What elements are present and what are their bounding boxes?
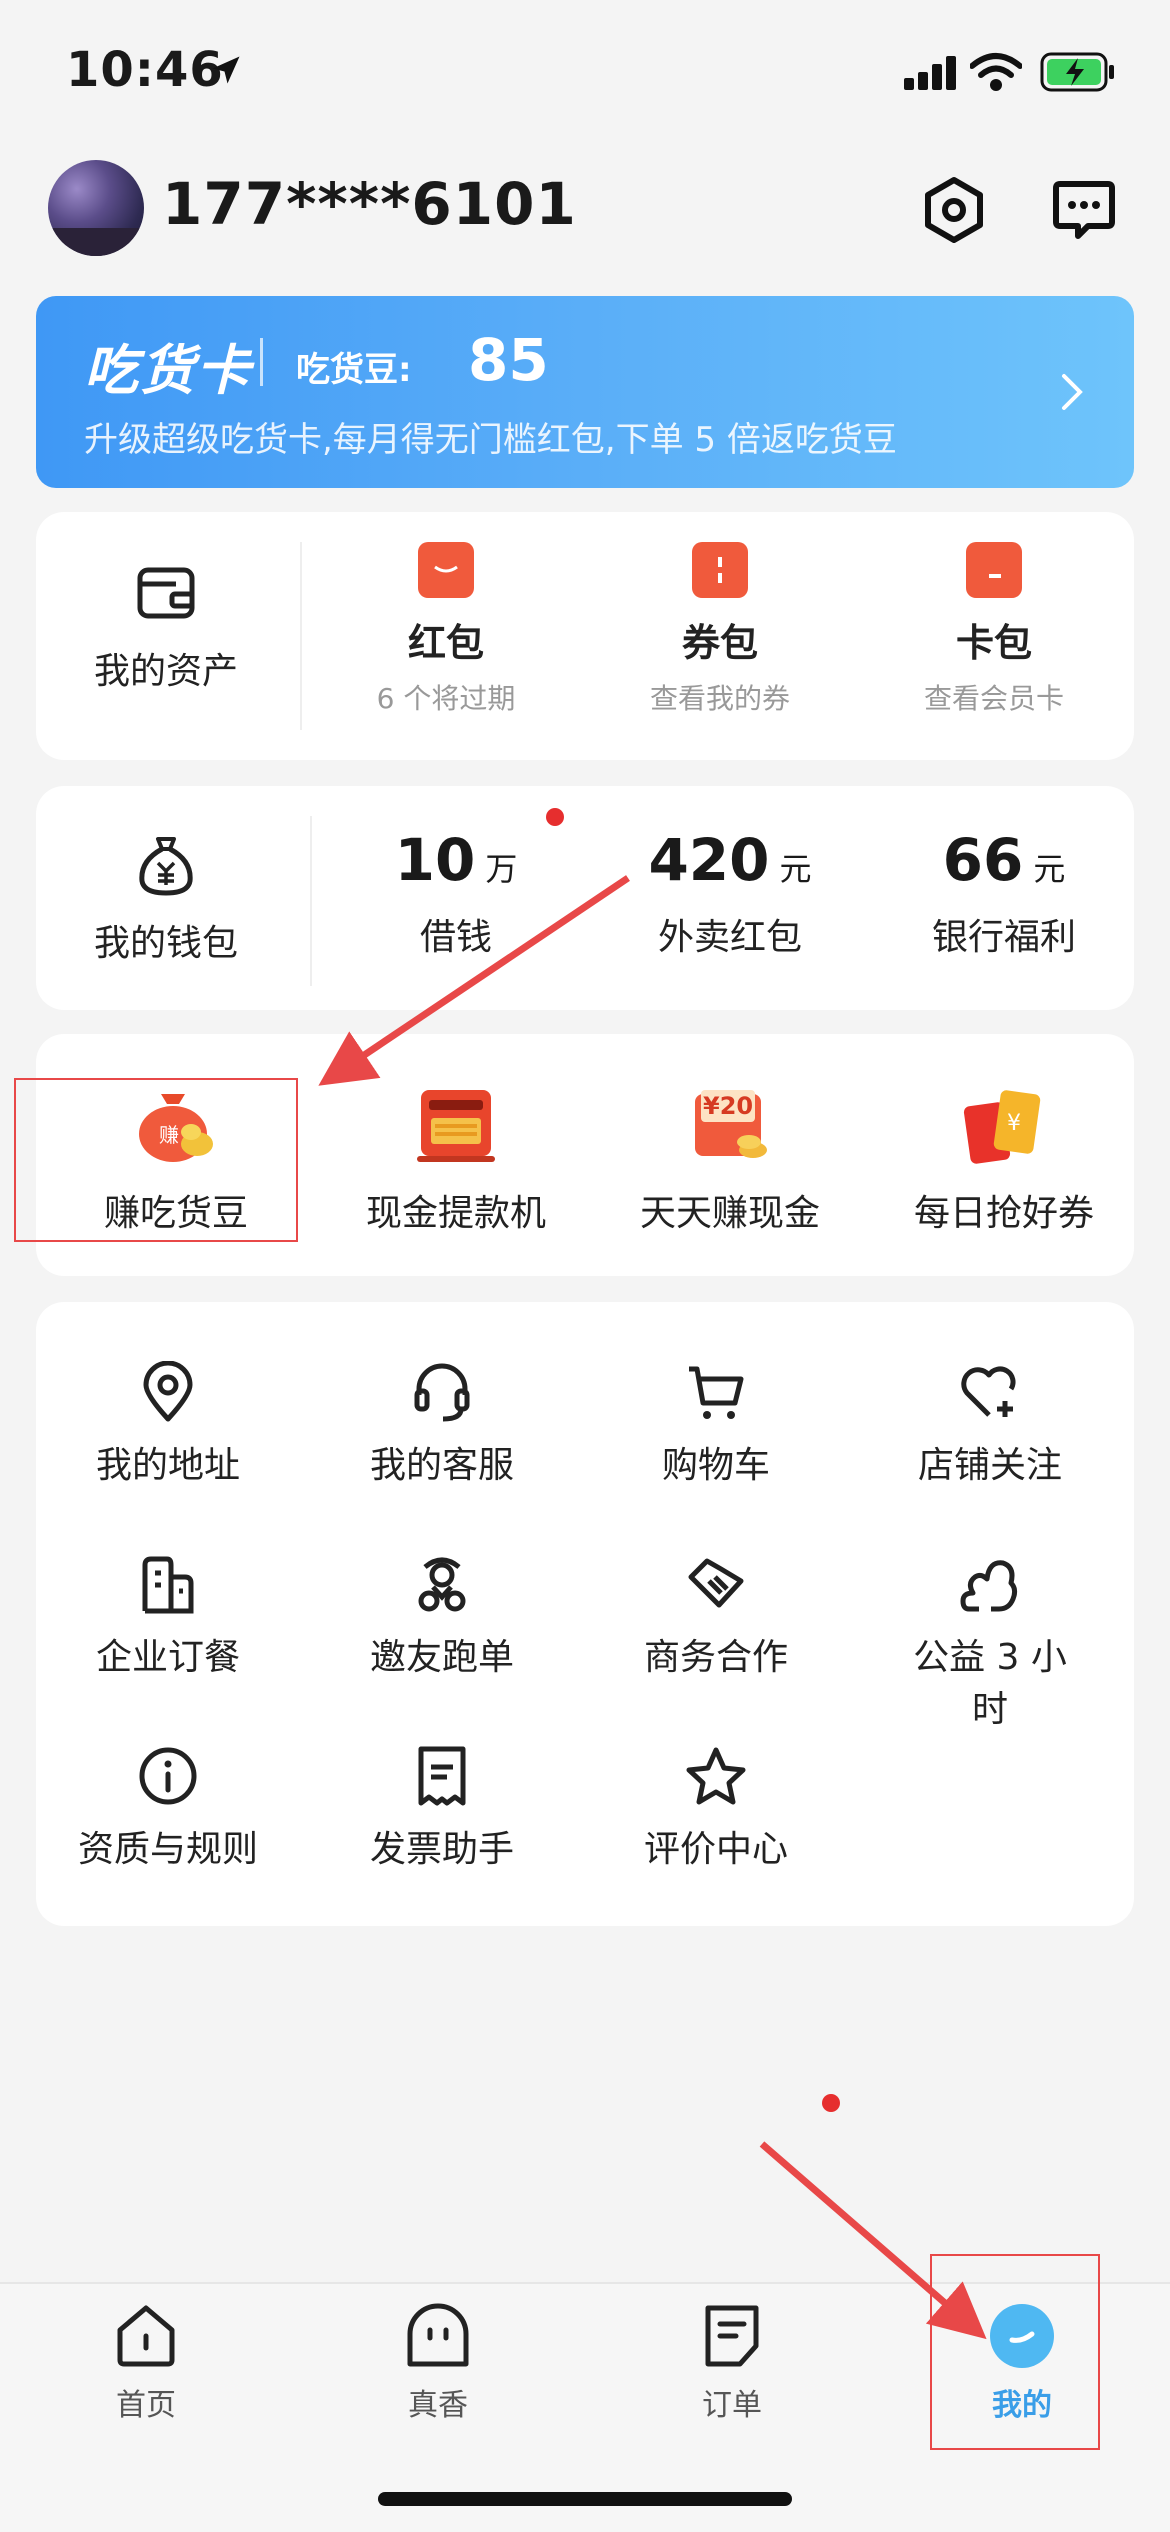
arrow-to-mine-tab — [759, 2141, 987, 2340]
annotation-arrows — [318, 875, 987, 2340]
arrow-to-earn-beans — [318, 875, 630, 1086]
